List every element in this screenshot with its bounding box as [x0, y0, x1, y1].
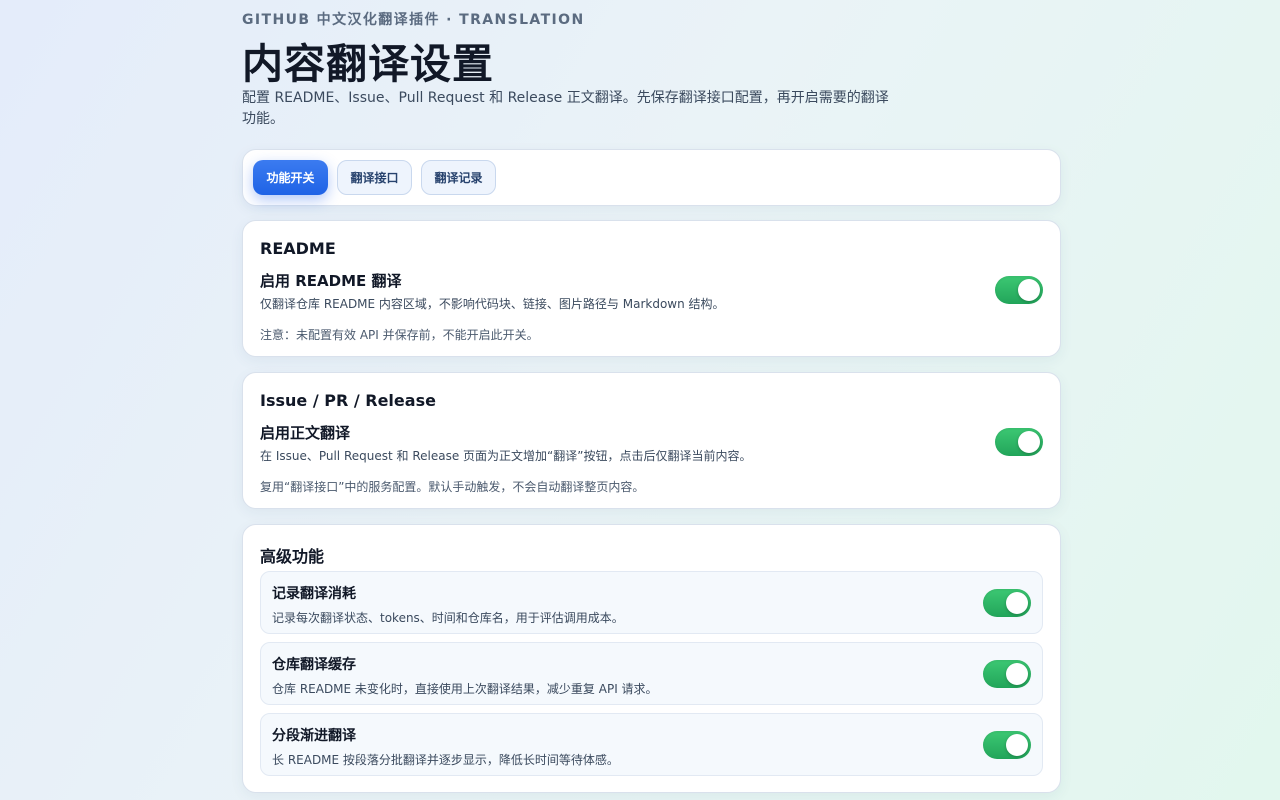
issue-setting-desc: 在 Issue、Pull Request 和 Release 页面为正文增加“翻… — [260, 449, 752, 463]
page-eyebrow: GITHUB 中文汉化翻译插件 · TRANSLATION — [242, 12, 585, 28]
progressive-desc: 长 README 按段落分批翻译并逐步显示，降低长时间等待体感。 — [272, 753, 619, 767]
usage-log-toggle[interactable] — [983, 589, 1031, 617]
readme-setting-note: 注意：未配置有效 API 并保存前，不能开启此开关。 — [260, 328, 539, 342]
toggle-knob — [1018, 279, 1040, 301]
readme-card-title: README — [260, 239, 336, 258]
issue-pr-release-card: Issue / PR / Release 启用正文翻译 在 Issue、Pull… — [242, 372, 1061, 509]
usage-log-title: 记录翻译消耗 — [272, 586, 356, 602]
advanced-card-title: 高级功能 — [260, 547, 325, 566]
advanced-item-progressive: 分段渐进翻译 长 README 按段落分批翻译并逐步显示，降低长时间等待体感。 — [260, 713, 1043, 776]
advanced-item-usage-log: 记录翻译消耗 记录每次翻译状态、tokens、时间和仓库名，用于评估调用成本。 — [260, 571, 1043, 634]
issue-setting-title: 启用正文翻译 — [260, 424, 351, 442]
tab-translation-records[interactable]: 翻译记录 — [421, 160, 496, 195]
body-translation-toggle[interactable] — [995, 428, 1043, 456]
readme-setting-title: 启用 README 翻译 — [260, 272, 402, 290]
tab-translation-api[interactable]: 翻译接口 — [337, 160, 412, 195]
advanced-item-repo-cache: 仓库翻译缓存 仓库 README 未变化时，直接使用上次翻译结果，减少重复 AP… — [260, 642, 1043, 705]
readme-setting-desc: 仅翻译仓库 README 内容区域，不影响代码块、链接、图片路径与 Markdo… — [260, 297, 725, 311]
progressive-toggle[interactable] — [983, 731, 1031, 759]
page-title: 内容翻译设置 — [242, 40, 494, 88]
tab-feature-switches[interactable]: 功能开关 — [253, 160, 328, 195]
toggle-knob — [1006, 663, 1028, 685]
advanced-card: 高级功能 记录翻译消耗 记录每次翻译状态、tokens、时间和仓库名，用于评估调… — [242, 524, 1061, 793]
toggle-knob — [1006, 734, 1028, 756]
readme-card: README 启用 README 翻译 仅翻译仓库 README 内容区域，不影… — [242, 220, 1061, 357]
repo-cache-toggle[interactable] — [983, 660, 1031, 688]
issue-setting-note: 复用“翻译接口”中的服务配置。默认手动触发，不会自动翻译整页内容。 — [260, 480, 645, 494]
toggle-knob — [1006, 592, 1028, 614]
repo-cache-title: 仓库翻译缓存 — [272, 657, 356, 673]
readme-translation-toggle[interactable] — [995, 276, 1043, 304]
repo-cache-desc: 仓库 README 未变化时，直接使用上次翻译结果，减少重复 API 请求。 — [272, 682, 658, 696]
tab-bar: 功能开关 翻译接口 翻译记录 — [242, 149, 1061, 206]
toggle-knob — [1018, 431, 1040, 453]
progressive-title: 分段渐进翻译 — [272, 728, 356, 744]
issue-card-title: Issue / PR / Release — [260, 391, 436, 410]
usage-log-desc: 记录每次翻译状态、tokens、时间和仓库名，用于评估调用成本。 — [272, 611, 624, 625]
page-subtitle: 配置 README、Issue、Pull Request 和 Release 正… — [242, 90, 889, 127]
